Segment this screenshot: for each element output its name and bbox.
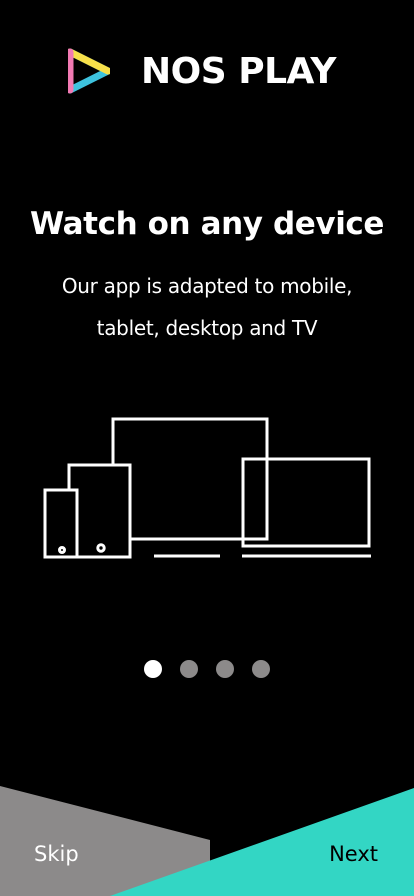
- page-dot-3[interactable]: [216, 660, 234, 678]
- app-header: NOS PLAY: [0, 44, 414, 100]
- devices-icon: [43, 417, 371, 559]
- brand-name: NOS PLAY: [141, 51, 337, 92]
- onboarding-description: Our app is adapted to mobile, tablet, de…: [61, 274, 353, 340]
- page-indicator: [0, 660, 414, 678]
- page-dot-1[interactable]: [144, 660, 162, 678]
- laptop-screen-shape: [241, 457, 371, 548]
- page-dot-2[interactable]: [180, 660, 198, 678]
- next-button[interactable]: Next: [300, 830, 394, 878]
- onboarding-headline: Watch on any device: [29, 206, 385, 242]
- nos-play-logo-icon: [68, 48, 110, 94]
- skip-button[interactable]: Skip: [20, 830, 100, 878]
- page-dot-4[interactable]: [252, 660, 270, 678]
